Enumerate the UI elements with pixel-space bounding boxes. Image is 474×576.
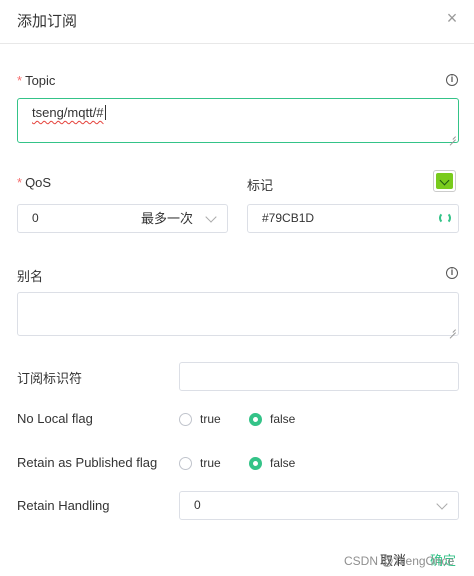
topic-label: Topic xyxy=(25,73,56,88)
topic-label-row: * Topic xyxy=(17,73,55,88)
chevron-down-icon xyxy=(205,211,217,223)
retain-as-published-true-label[interactable]: true xyxy=(200,456,221,470)
dialog-title: 添加订阅 xyxy=(17,13,78,30)
retain-handling-select[interactable]: 0 xyxy=(179,491,459,520)
add-subscription-dialog: 添加订阅 × * Topic i tseng/mqtt/# * QoS 标记 0 最… xyxy=(0,0,474,576)
alias-label: 别名 xyxy=(17,269,44,284)
retain-as-published-label: Retain as Published flag xyxy=(17,455,158,470)
mark-label: 标记 xyxy=(247,178,274,193)
subscription-id-label: 订阅标识符 xyxy=(17,371,83,386)
info-icon[interactable]: i xyxy=(446,74,458,86)
color-picker-swatch[interactable] xyxy=(433,170,456,192)
retain-as-published-false-radio[interactable] xyxy=(249,457,262,470)
qos-value: 0 xyxy=(32,211,39,225)
qos-label: QoS xyxy=(25,175,52,190)
subscription-id-input[interactable] xyxy=(179,362,459,391)
mark-color-input[interactable]: #79CB1D xyxy=(247,204,459,233)
checkmark-icon xyxy=(436,173,453,189)
qos-required-mark: * xyxy=(17,175,23,190)
refresh-icon[interactable] xyxy=(439,212,451,224)
alias-input[interactable] xyxy=(17,292,459,336)
qos-label-row: * QoS xyxy=(17,175,51,190)
topic-value: tseng/mqtt/# xyxy=(32,105,104,120)
resize-handle-icon[interactable] xyxy=(448,325,456,333)
no-local-true-label[interactable]: true xyxy=(200,412,221,426)
dialog-header: 添加订阅 × xyxy=(0,0,474,44)
retain-as-published-true-radio[interactable] xyxy=(179,457,192,470)
no-local-false-radio[interactable] xyxy=(249,413,262,426)
qos-selected-text: 最多一次 xyxy=(140,211,193,226)
watermark: CSDN @TsengOnce xyxy=(344,554,455,568)
qos-select[interactable]: 0 最多一次 xyxy=(17,204,228,233)
chevron-down-icon xyxy=(436,498,448,510)
mark-color-value: #79CB1D xyxy=(262,211,315,225)
retain-handling-label: Retain Handling xyxy=(17,498,110,513)
no-local-true-radio[interactable] xyxy=(179,413,192,426)
retain-as-published-false-label[interactable]: false xyxy=(270,456,295,470)
topic-input[interactable]: tseng/mqtt/# xyxy=(17,98,459,143)
alias-info-icon[interactable]: i xyxy=(446,267,458,279)
text-caret xyxy=(104,105,106,120)
retain-handling-value: 0 xyxy=(194,498,201,512)
resize-handle-icon[interactable] xyxy=(448,132,456,140)
no-local-false-label[interactable]: false xyxy=(270,412,295,426)
no-local-label: No Local flag xyxy=(17,411,93,426)
close-icon[interactable]: × xyxy=(443,9,461,27)
topic-required-mark: * xyxy=(17,73,23,88)
